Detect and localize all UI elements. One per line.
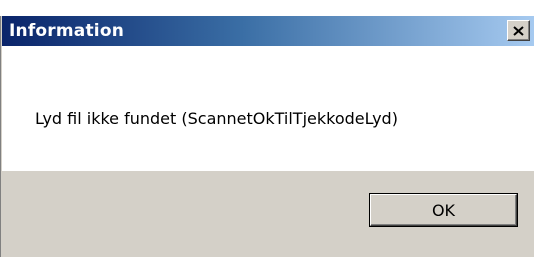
close-icon [513,25,524,36]
dialog-footer: OK [2,171,534,257]
information-dialog: Information Lyd fil ikke fundet (Scannet… [0,0,534,257]
dialog-content: Lyd fil ikke fundet (ScannetOkTilTjekkod… [2,46,534,171]
message-text: Lyd fil ikke fundet (ScannetOkTilTjekkod… [35,109,398,128]
ok-button[interactable]: OK [370,194,517,226]
close-button[interactable] [507,20,530,41]
title-bar[interactable]: Information [2,16,534,46]
dialog-title: Information [9,21,125,41]
